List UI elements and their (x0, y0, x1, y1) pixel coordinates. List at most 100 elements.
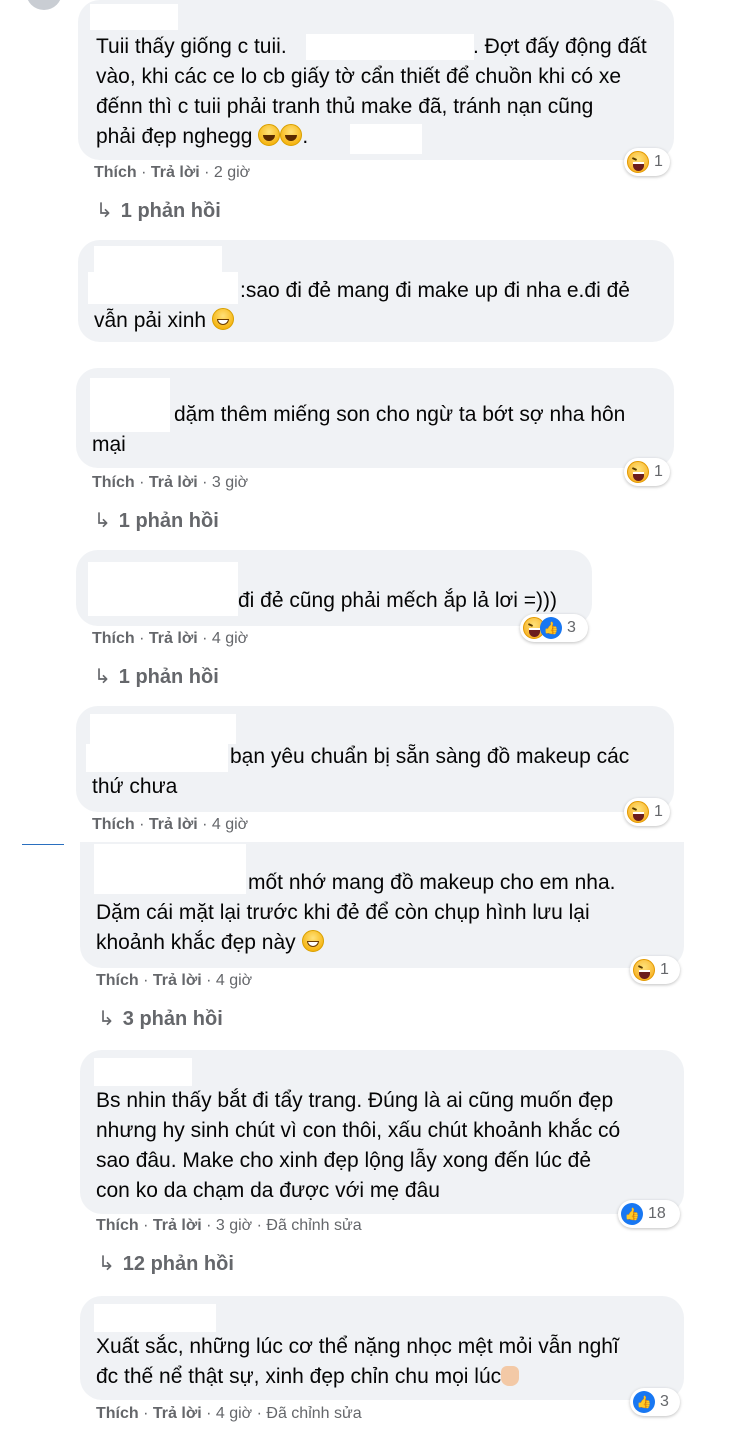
comment-time: 3 giờ (215, 1217, 253, 1234)
like-link[interactable]: Thích (96, 1217, 139, 1234)
comment-time: 4 giờ (215, 1405, 253, 1422)
like-link[interactable]: Thích (92, 474, 135, 491)
redacted-name (94, 844, 246, 894)
like-link[interactable]: Thích (92, 630, 135, 647)
reaction-count: 1 (654, 463, 663, 480)
avatar[interactable] (26, 0, 62, 10)
redacted-name (90, 4, 178, 30)
view-replies-link[interactable]: ↳ 1 phản hồi (94, 508, 219, 533)
view-replies-link[interactable]: ↳ 3 phản hồi (98, 1006, 223, 1031)
redacted-name (94, 246, 222, 272)
comment-text: nhưng hy sinh chút vì con thôi, xấu chút… (96, 1119, 621, 1142)
reaction-count: 3 (567, 619, 576, 636)
comment-time: 4 giờ (215, 972, 253, 989)
reaction-count: 18 (648, 1205, 666, 1222)
like-link[interactable]: Thích (94, 164, 137, 181)
comment-bubble: Xuất sắc, những lúc cơ thể nặng nhọc mệt… (80, 1296, 684, 1400)
redacted-text (350, 124, 422, 154)
comment-text: vẫn pải xinh (94, 309, 207, 332)
like-reaction-icon: 👍 (621, 1203, 643, 1225)
reply-arrow-icon: ↳ (96, 200, 113, 222)
reaction-badge[interactable]: 1 (630, 956, 680, 984)
redacted-name (88, 562, 238, 616)
comment-actions: Thích · Trả lời · 2 giờ (94, 164, 251, 181)
reply-link[interactable]: Trả lời (149, 816, 198, 833)
grin-emoji-icon (301, 930, 324, 952)
comment-actions: Thích · Trả lời · 3 giờ · Đã chỉnh sửa (96, 1217, 362, 1234)
like-reaction-icon: 👍 (633, 1391, 655, 1413)
comment-text: Dặm cái mặt lại trước khi đẻ để còn chụp… (96, 901, 590, 924)
redacted-name (90, 714, 236, 744)
comment-bubble: mốt nhớ mang đồ makeup cho em nha. Dặm c… (80, 842, 684, 968)
reaction-badge[interactable]: 1 (624, 148, 670, 176)
edited-label: Đã chỉnh sửa (266, 1405, 362, 1422)
reply-arrow-icon: ↳ (94, 510, 111, 532)
thumbs-up-emoji-icon (501, 1366, 520, 1386)
view-replies-link[interactable]: ↳ 1 phản hồi (96, 198, 221, 223)
reply-link[interactable]: Trả lời (149, 630, 198, 647)
comment-text: đếnn thì c tuii phải tranh thủ make đã, … (96, 95, 594, 118)
redacted-name (88, 272, 238, 304)
view-replies-link[interactable]: ↳ 1 phản hồi (94, 664, 219, 689)
reaction-badge[interactable]: 👍 3 (630, 1388, 680, 1416)
comment-time: 4 giờ (211, 630, 249, 647)
comment-bubble: :sao đi đẻ mang đi make up đi nha e.đi đ… (78, 240, 674, 342)
comment-time: 2 giờ (213, 164, 251, 181)
reaction-count: 1 (654, 803, 663, 820)
reply-arrow-icon: ↳ (94, 666, 111, 688)
redacted-name (94, 1304, 216, 1332)
comment-text: bạn yêu chuẩn bị sẵn sàng đồ makeup các (230, 745, 630, 768)
like-link[interactable]: Thích (96, 1405, 139, 1422)
grin-emoji-icon (211, 308, 234, 330)
view-replies-link[interactable]: ↳ 12 phản hồi (98, 1251, 234, 1276)
comment-text: thứ chưa (92, 775, 178, 798)
divider (22, 844, 64, 845)
reaction-badge[interactable]: 👍 18 (618, 1200, 680, 1228)
comment-text: :sao đi đẻ mang đi make up đi nha e.đi đ… (240, 279, 630, 302)
reaction-count: 1 (660, 961, 669, 978)
comment-actions: Thích · Trả lời · 3 giờ (92, 474, 249, 491)
redacted-name (86, 744, 228, 772)
comment-bubble: bạn yêu chuẩn bị sẵn sàng đồ makeup các … (76, 706, 674, 812)
comment-actions: Thích · Trả lời · 4 giờ (92, 630, 249, 647)
redacted-mention (306, 34, 474, 60)
comment-text: sao đâu. Make cho xinh đẹp lộng lẫy xong… (96, 1149, 592, 1172)
haha-reaction-icon (627, 151, 649, 173)
reply-link[interactable]: Trả lời (149, 474, 198, 491)
reply-link[interactable]: Trả lời (153, 972, 202, 989)
reply-link[interactable]: Trả lời (153, 1405, 202, 1422)
reaction-badge[interactable]: 1 (624, 458, 670, 486)
comment-actions: Thích · Trả lời · 4 giờ · Đã chỉnh sửa (96, 1405, 362, 1422)
comment-text: dặm thêm miếng son cho ngừ ta bớt sợ nha… (174, 403, 626, 426)
reply-link[interactable]: Trả lời (151, 164, 200, 181)
comment-text: phải đẹp nghegg (96, 125, 253, 148)
reaction-count: 3 (660, 1393, 669, 1410)
reaction-badge[interactable]: 👍 3 (520, 614, 588, 642)
like-link[interactable]: Thích (92, 816, 135, 833)
reply-arrow-icon: ↳ (98, 1008, 115, 1030)
comment-text: mốt nhớ mang đồ makeup cho em nha. (248, 871, 616, 894)
like-link[interactable]: Thích (96, 972, 139, 989)
comment-time: 4 giờ (211, 816, 249, 833)
comment-bubble: Tuii thấy giống c tuii. . Đợt đấy động đ… (78, 0, 674, 160)
edited-label: Đã chỉnh sửa (266, 1217, 362, 1234)
reaction-count: 1 (654, 153, 663, 170)
comment-bubble: dặm thêm miếng son cho ngừ ta bớt sợ nha… (76, 368, 674, 468)
comment-text: đi đẻ cũng phải mếch ắp lả lơi =))) (238, 589, 558, 612)
comment-text: mại (92, 433, 126, 456)
comment-time: 3 giờ (211, 474, 249, 491)
comment-text: khoảnh khắc đẹp này (96, 931, 296, 954)
reaction-badge[interactable]: 1 (624, 798, 670, 826)
haha-reaction-icon (633, 959, 655, 981)
comment-bubble: Bs nhin thấy bắt đi tẩy trang. Đúng là a… (80, 1050, 684, 1214)
comment-text: đc thế nể thật sự, xinh đẹp chỉn chu mọi… (96, 1365, 502, 1388)
like-reaction-icon: 👍 (540, 617, 562, 639)
comment-bubble: đi đẻ cũng phải mếch ắp lả lơi =))) (76, 550, 592, 626)
redacted-name (90, 378, 170, 432)
comment-text: Bs nhin thấy bắt đi tẩy trang. Đúng là a… (96, 1089, 614, 1112)
haha-reaction-icon (627, 461, 649, 483)
rofl-emoji-icon (258, 124, 281, 146)
reply-arrow-icon: ↳ (98, 1253, 115, 1275)
reply-link[interactable]: Trả lời (153, 1217, 202, 1234)
comment-actions: Thích · Trả lời · 4 giờ (96, 972, 253, 989)
